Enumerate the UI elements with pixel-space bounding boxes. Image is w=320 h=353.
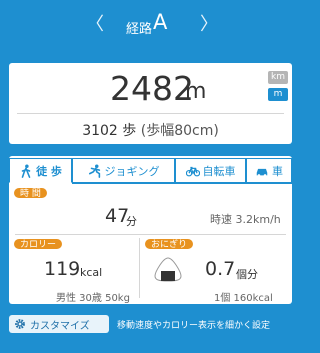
tab-underline xyxy=(72,183,292,184)
tab-walking-label: 徒 歩 xyxy=(36,164,62,178)
row-divider xyxy=(15,234,286,235)
route-header: 〈 経路 A 〉 xyxy=(0,0,300,48)
onigiri-per-unit: 1個 160kcal xyxy=(214,293,273,304)
speed-text: 時速 3.2km/h xyxy=(210,213,281,226)
time-label-badge: 時 間 xyxy=(13,187,48,199)
route-label: 経路 xyxy=(126,22,153,37)
running-icon xyxy=(88,163,100,178)
steps-unit: 歩 xyxy=(122,123,137,139)
chevron-right-icon[interactable]: 〉 xyxy=(200,10,218,36)
steps-value: 3102 xyxy=(82,123,118,139)
steps-line: 3102 歩 (歩幅80cm) xyxy=(9,120,292,140)
calories-label-badge: カロリー xyxy=(13,238,64,250)
route-letter: A xyxy=(153,10,168,34)
column-divider xyxy=(139,238,140,298)
onigiri-value: 0.7 xyxy=(205,258,236,280)
customize-label: カスタマイズ xyxy=(30,320,90,332)
calories-unit: kcal xyxy=(80,266,103,279)
mode-tabs: 徒 歩 ジョギング 自転車 車 xyxy=(9,156,292,183)
time-unit: 分 xyxy=(126,215,137,228)
tab-jogging[interactable]: ジョギング xyxy=(72,158,175,183)
onigiri-icon xyxy=(154,257,182,282)
customize-description: 移動速度やカロリー表示を細かく設定 xyxy=(117,321,271,331)
tab-car[interactable]: 車 xyxy=(246,158,292,183)
customize-button[interactable]: カスタマイズ xyxy=(9,315,109,333)
distance-summary-card: 2482 m km m 3102 歩 (歩幅80cm) xyxy=(9,63,292,144)
onigiri-unit: 個分 xyxy=(236,268,258,281)
chevron-left-icon[interactable]: 〈 xyxy=(86,10,104,36)
tab-bicycle-label: 自転車 xyxy=(202,164,236,178)
tab-bicycle[interactable]: 自転車 xyxy=(175,158,246,183)
tab-jogging-label: ジョギング xyxy=(104,164,160,178)
distance-unit: m xyxy=(185,79,207,104)
calories-value: 119 xyxy=(44,258,81,280)
unit-m-button[interactable]: m xyxy=(268,88,288,101)
divider xyxy=(17,113,284,114)
car-icon xyxy=(256,168,268,177)
onigiri-label-badge: おにぎり xyxy=(144,238,195,250)
distance-value: 2482 xyxy=(110,69,194,108)
bicycle-icon xyxy=(185,166,200,176)
unit-km-button[interactable]: km xyxy=(268,71,288,84)
tab-car-label: 車 xyxy=(272,164,283,178)
profile-text: 男性 30歳 50kg xyxy=(56,293,130,304)
unit-toggle: km m xyxy=(268,71,288,105)
walking-icon xyxy=(21,163,31,178)
mode-details-panel: 徒 歩 ジョギング 自転車 車 時 間 47 分 時速 3.2km/h カロリー… xyxy=(9,156,292,304)
tab-walking[interactable]: 徒 歩 xyxy=(9,158,72,183)
stride-text: (歩幅80cm) xyxy=(140,123,219,139)
gear-icon xyxy=(15,319,25,329)
